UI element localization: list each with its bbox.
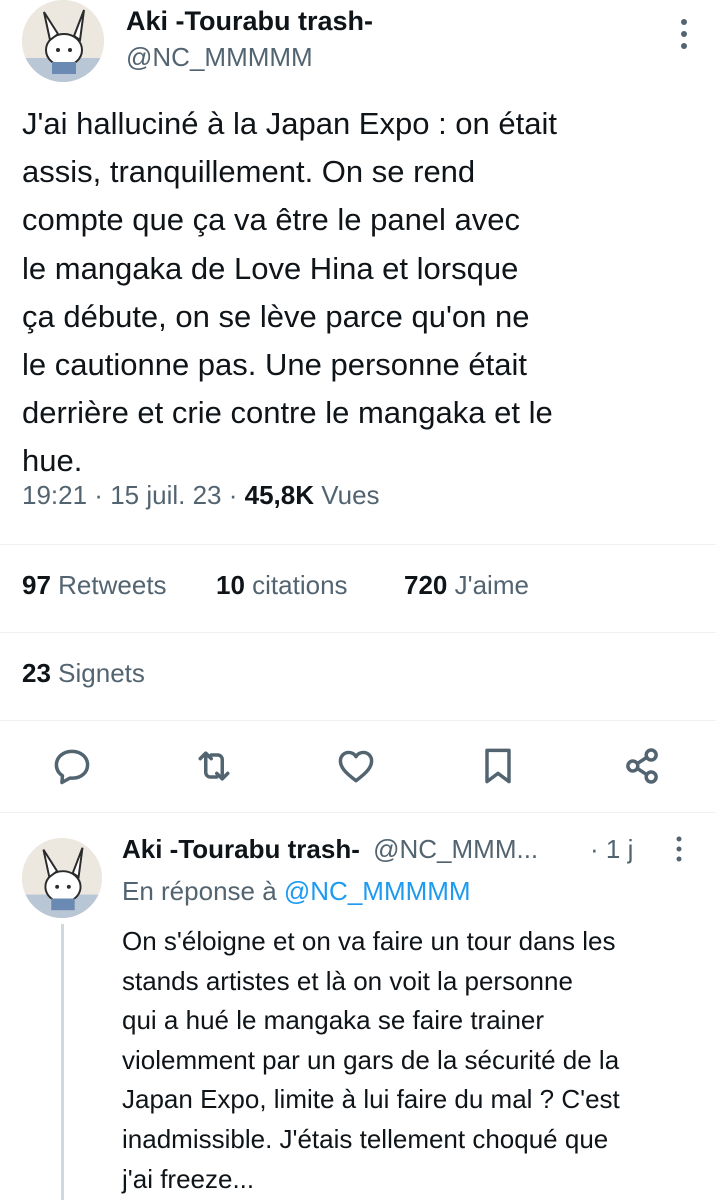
author-handle[interactable]: @NC_MMMMM [126,42,313,73]
more-options-icon[interactable] [676,16,692,52]
avatar-illustration-icon [22,0,104,82]
reply-to-prefix: En réponse à [122,876,284,906]
thread-connector-line [61,924,64,1200]
meta-separator: · [221,480,245,510]
share-icon [626,748,658,784]
reply-to-handle-link[interactable]: @NC_MMMMM [284,876,471,906]
views-label: Vues [321,480,380,510]
reply-to-line: En réponse à @NC_MMMMM [122,876,471,907]
retweets-label: Retweets [58,570,167,600]
bookmarks-stat[interactable]: 23 Signets [22,658,145,689]
tweet-date[interactable]: 15 juil. 23 [110,480,221,510]
retweets-stat[interactable]: 97 Retweets [22,570,167,601]
reply-author-display-name[interactable]: Aki -Tourabu trash- [122,834,360,864]
retweet-button[interactable] [192,744,236,788]
views-count: 45,8K [244,480,314,510]
share-button[interactable] [620,744,664,788]
divider [0,544,716,545]
bookmarks-count: 23 [22,658,51,688]
reply-author-handle[interactable]: @NC_MMM... [373,834,538,864]
like-button[interactable] [334,744,378,788]
divider [0,632,716,633]
reply-button[interactable] [50,744,94,788]
likes-label: J'aime [454,570,529,600]
avatar-illustration-icon [22,838,102,918]
likes-count: 720 [404,570,448,600]
author-avatar[interactable] [22,0,104,82]
bookmarks-label: Signets [58,658,145,688]
retweet-icon [198,751,230,781]
quotes-count: 10 [216,570,245,600]
like-icon [338,750,374,783]
bookmark-icon [485,748,511,784]
reply-more-options-icon[interactable] [672,834,686,864]
quotes-stat[interactable]: 10 citations [216,570,348,601]
meta-separator: · [87,480,111,510]
quotes-label: citations [252,570,348,600]
likes-stat[interactable]: 720 J'aime [404,570,529,601]
retweets-count: 97 [22,570,51,600]
reply-text: On s'éloigne et on va faire un tour dans… [122,926,620,1194]
divider [0,720,716,721]
reply-icon [54,749,90,785]
tweet-text: J'ai halluciné à la Japan Expo : on étai… [22,106,557,479]
reply-header: Aki -Tourabu trash- @NC_MMM... · 1 j [122,834,712,870]
tweet-time[interactable]: 19:21 [22,480,87,510]
bookmark-button[interactable] [476,744,520,788]
reply-time[interactable]: · 1 j [590,834,633,865]
divider [0,812,716,813]
author-display-name[interactable]: Aki -Tourabu trash- [126,6,373,37]
tweet-meta: 19:21 · 15 juil. 23 · 45,8K Vues [22,480,380,511]
reply-author-avatar[interactable] [22,838,102,918]
